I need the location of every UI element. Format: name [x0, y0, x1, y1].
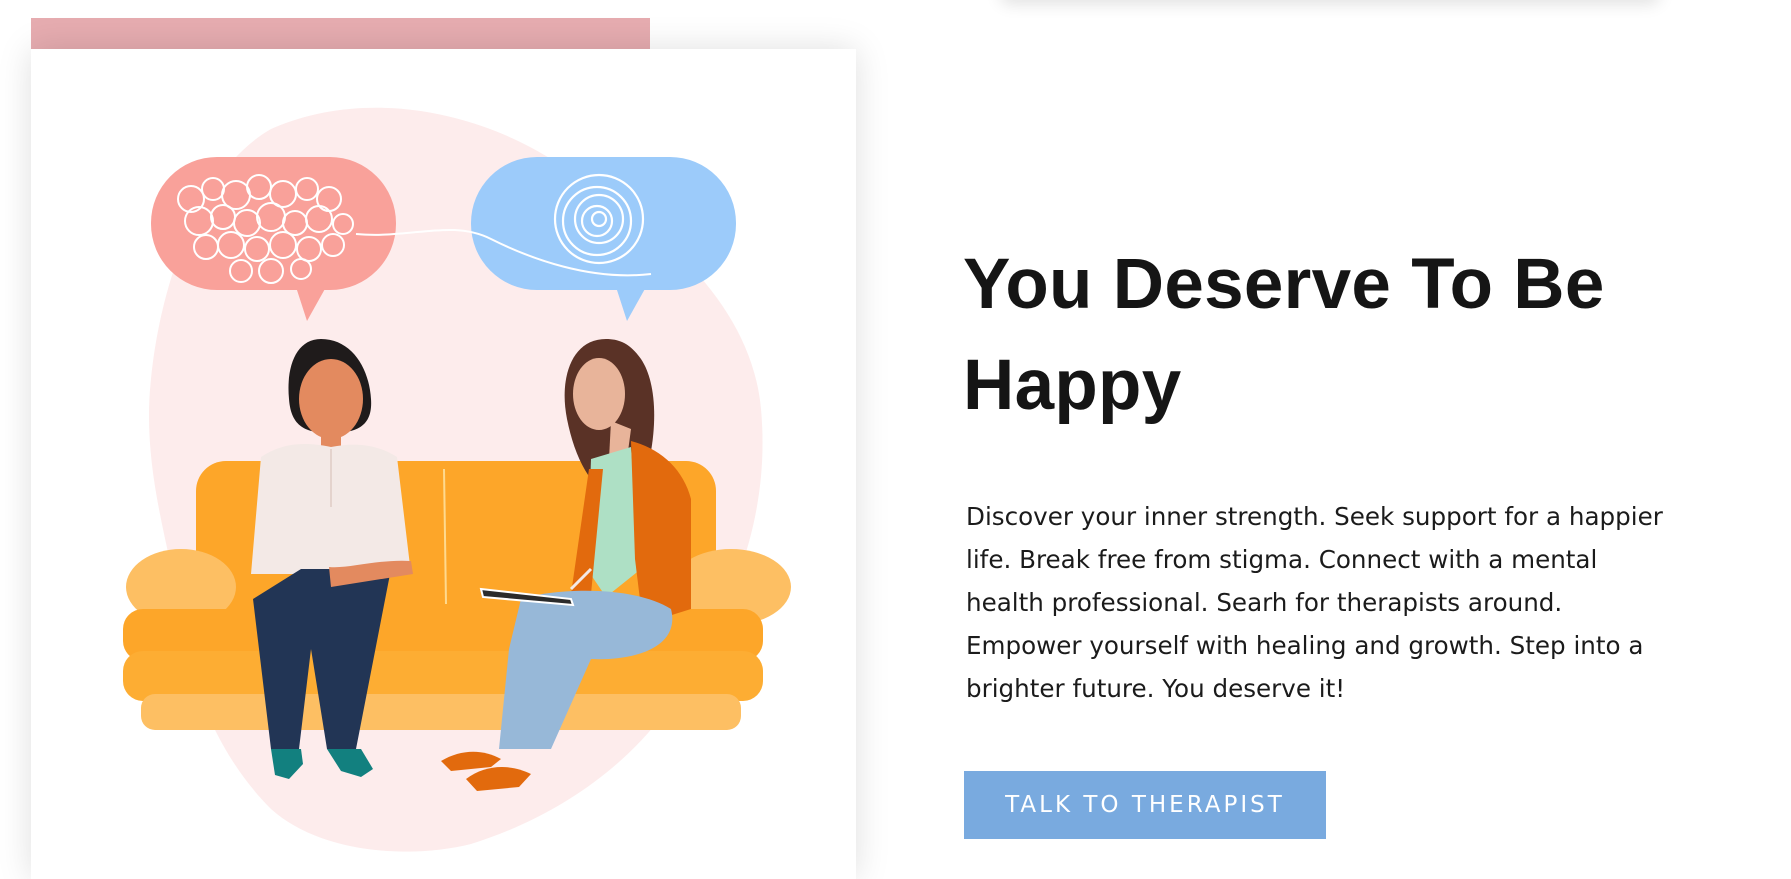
accent-bar [31, 18, 650, 49]
hero-image-card [31, 49, 856, 879]
hero-headline: You Deserve To Be Happy [963, 245, 1605, 425]
therapy-session-illustration [123, 107, 791, 852]
talk-to-therapist-button[interactable]: TALK TO THERAPIST [964, 771, 1326, 839]
hero-description: Discover your inner strength. Seek suppo… [966, 502, 1663, 703]
